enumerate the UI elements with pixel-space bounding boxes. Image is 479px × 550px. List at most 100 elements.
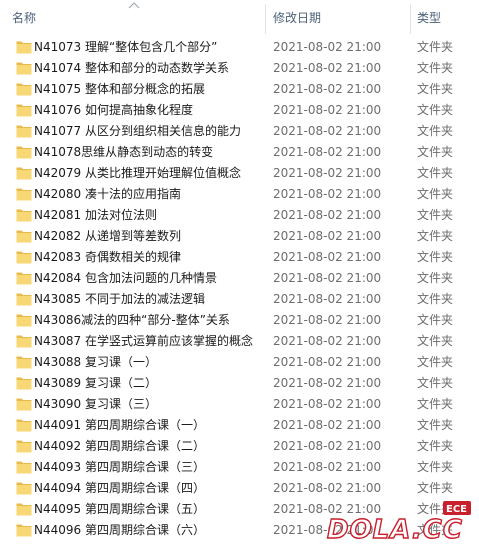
- file-name: N42080 凑十法的应用指南: [34, 187, 181, 201]
- file-type: 文件夹: [417, 481, 454, 495]
- file-name: N41077 从区分到组织相关信息的能力: [34, 124, 241, 138]
- file-name: N44094 第四周期综合课（四）: [34, 481, 205, 495]
- folder-icon: [16, 104, 32, 117]
- column-divider[interactable]: [410, 4, 411, 34]
- folder-icon: [16, 146, 32, 159]
- folder-icon: [16, 314, 32, 327]
- svg-text:ECE: ECE: [446, 504, 467, 515]
- folder-icon: [16, 419, 32, 432]
- file-row[interactable]: N42081 加法对位法则 2021-08-02 21:00 文件夹: [0, 205, 479, 226]
- file-modified-date: 2021-08-02 21:00: [273, 481, 382, 495]
- file-modified-date: 2021-08-02 21:00: [273, 61, 382, 75]
- file-row[interactable]: N44091 第四周期综合课（一） 2021-08-02 21:00 文件夹: [0, 415, 479, 436]
- column-divider[interactable]: [265, 4, 266, 34]
- file-type: 文件夹: [417, 250, 454, 264]
- file-modified-date: 2021-08-02 21:00: [273, 418, 382, 432]
- file-name: N42083 奇偶数相关的规律: [34, 250, 181, 264]
- file-name: N43087 在学竖式运算前应该掌握的概念: [34, 334, 253, 348]
- file-row[interactable]: N43086减法的四种“部分-整体”关系 2021-08-02 21:00 文件夹: [0, 310, 479, 331]
- file-row[interactable]: N43090 复习课（三） 2021-08-02 21:00 文件夹: [0, 394, 479, 415]
- file-row[interactable]: N42082 从递增到等差数列 2021-08-02 21:00 文件夹: [0, 226, 479, 247]
- file-name: N41076 如何提高抽象化程度: [34, 103, 193, 117]
- file-row[interactable]: N43088 复习课（一） 2021-08-02 21:00 文件夹: [0, 352, 479, 373]
- file-name: N42079 从类比推理开始理解位值概念: [34, 166, 241, 180]
- file-row[interactable]: N43087 在学竖式运算前应该掌握的概念 2021-08-02 21:00 文件夹: [0, 331, 479, 352]
- folder-icon: [16, 335, 32, 348]
- file-modified-date: 2021-08-02 21:00: [273, 145, 382, 159]
- folder-icon: [16, 377, 32, 390]
- file-modified-date: 2021-08-02 21:00: [273, 187, 382, 201]
- file-modified-date: 2021-08-02 21:00: [273, 376, 382, 390]
- folder-icon: [16, 251, 32, 264]
- folder-icon: [16, 398, 32, 411]
- file-name: N44092 第四周期综合课（二）: [34, 439, 205, 453]
- file-row[interactable]: N41074 整体和部分的动态数学关系 2021-08-02 21:00 文件夹: [0, 58, 479, 79]
- file-name: N43086减法的四种“部分-整体”关系: [34, 313, 230, 327]
- file-name: N43088 复习课（一）: [34, 355, 157, 369]
- file-row[interactable]: N43085 不同于加法的减法逻辑 2021-08-02 21:00 文件夹: [0, 289, 479, 310]
- file-modified-date: 2021-08-02 21:00: [273, 103, 382, 117]
- file-name: N43089 复习课（二）: [34, 376, 157, 390]
- file-name: N44095 第四周期综合课（五）: [34, 502, 205, 516]
- file-type: 文件夹: [417, 313, 454, 327]
- file-row[interactable]: N42080 凑十法的应用指南 2021-08-02 21:00 文件夹: [0, 184, 479, 205]
- file-modified-date: 2021-08-02 21:00: [273, 82, 382, 96]
- folder-icon: [16, 272, 32, 285]
- file-type: 文件夹: [417, 124, 454, 138]
- folder-icon: [16, 41, 32, 54]
- file-row[interactable]: N44093 第四周期综合课（三） 2021-08-02 21:00 文件夹: [0, 457, 479, 478]
- file-modified-date: 2021-08-02 21:00: [273, 292, 382, 306]
- file-row[interactable]: N41073 理解“整体包含几个部分” 2021-08-02 21:00 文件夹: [0, 37, 479, 58]
- file-list: N41073 理解“整体包含几个部分” 2021-08-02 21:00 文件夹 N4…: [0, 37, 479, 541]
- file-modified-date: 2021-08-02 21:00: [273, 250, 382, 264]
- file-type: 文件夹: [417, 40, 454, 54]
- file-name: N41074 整体和部分的动态数学关系: [34, 61, 229, 75]
- file-name: N42082 从递增到等差数列: [34, 229, 181, 243]
- file-name: N44091 第四周期综合课（一）: [34, 418, 205, 432]
- folder-icon: [16, 188, 32, 201]
- file-row[interactable]: N42083 奇偶数相关的规律 2021-08-02 21:00 文件夹: [0, 247, 479, 268]
- file-row[interactable]: N42079 从类比推理开始理解位值概念 2021-08-02 21:00 文件夹: [0, 163, 479, 184]
- folder-icon: [16, 167, 32, 180]
- file-modified-date: 2021-08-02 21:00: [273, 229, 382, 243]
- file-type: 文件夹: [417, 187, 454, 201]
- file-modified-date: 2021-08-02 21:00: [273, 313, 382, 327]
- file-type: 文件夹: [417, 208, 454, 222]
- folder-icon: [16, 524, 32, 537]
- file-name: N42084 包含加法问题的几种情景: [34, 271, 217, 285]
- file-type: 文件夹: [417, 460, 454, 474]
- file-row[interactable]: N44092 第四周期综合课（二） 2021-08-02 21:00 文件夹: [0, 436, 479, 457]
- column-header-name[interactable]: 名称: [12, 0, 262, 36]
- file-name: N44093 第四周期综合课（三）: [34, 460, 205, 474]
- file-type: 文件夹: [417, 82, 454, 96]
- watermark-logo: DOLA.CC ECE: [326, 501, 471, 546]
- file-row[interactable]: N41076 如何提高抽象化程度 2021-08-02 21:00 文件夹: [0, 100, 479, 121]
- file-row[interactable]: N42084 包含加法问题的几种情景 2021-08-02 21:00 文件夹: [0, 268, 479, 289]
- folder-icon: [16, 482, 32, 495]
- file-type: 文件夹: [417, 439, 454, 453]
- folder-icon: [16, 83, 32, 96]
- file-row[interactable]: N41077 从区分到组织相关信息的能力 2021-08-02 21:00 文件夹: [0, 121, 479, 142]
- file-type: 文件夹: [417, 376, 454, 390]
- file-type: 文件夹: [417, 145, 454, 159]
- folder-icon: [16, 461, 32, 474]
- column-header: 名称 修改日期 类型: [0, 0, 479, 36]
- file-modified-date: 2021-08-02 21:00: [273, 40, 382, 54]
- file-row[interactable]: N44094 第四周期综合课（四） 2021-08-02 21:00 文件夹: [0, 478, 479, 499]
- file-row[interactable]: N41075 整体和部分概念的拓展 2021-08-02 21:00 文件夹: [0, 79, 479, 100]
- file-name: N41073 理解“整体包含几个部分”: [34, 40, 218, 54]
- column-header-date[interactable]: 修改日期: [273, 0, 403, 36]
- folder-icon: [16, 230, 32, 243]
- file-type: 文件夹: [417, 355, 454, 369]
- file-modified-date: 2021-08-02 21:00: [273, 271, 382, 285]
- file-name: N42081 加法对位法则: [34, 208, 157, 222]
- file-row[interactable]: N43089 复习课（二） 2021-08-02 21:00 文件夹: [0, 373, 479, 394]
- file-name: N44096 第四周期综合课（六）: [34, 523, 205, 537]
- file-type: 文件夹: [417, 103, 454, 117]
- file-type: 文件夹: [417, 292, 454, 306]
- file-modified-date: 2021-08-02 21:00: [273, 334, 382, 348]
- file-modified-date: 2021-08-02 21:00: [273, 397, 382, 411]
- column-header-type[interactable]: 类型: [417, 0, 477, 36]
- file-name: N41075 整体和部分概念的拓展: [34, 82, 205, 96]
- file-row[interactable]: N41078思维从静态到动态的转变 2021-08-02 21:00 文件夹: [0, 142, 479, 163]
